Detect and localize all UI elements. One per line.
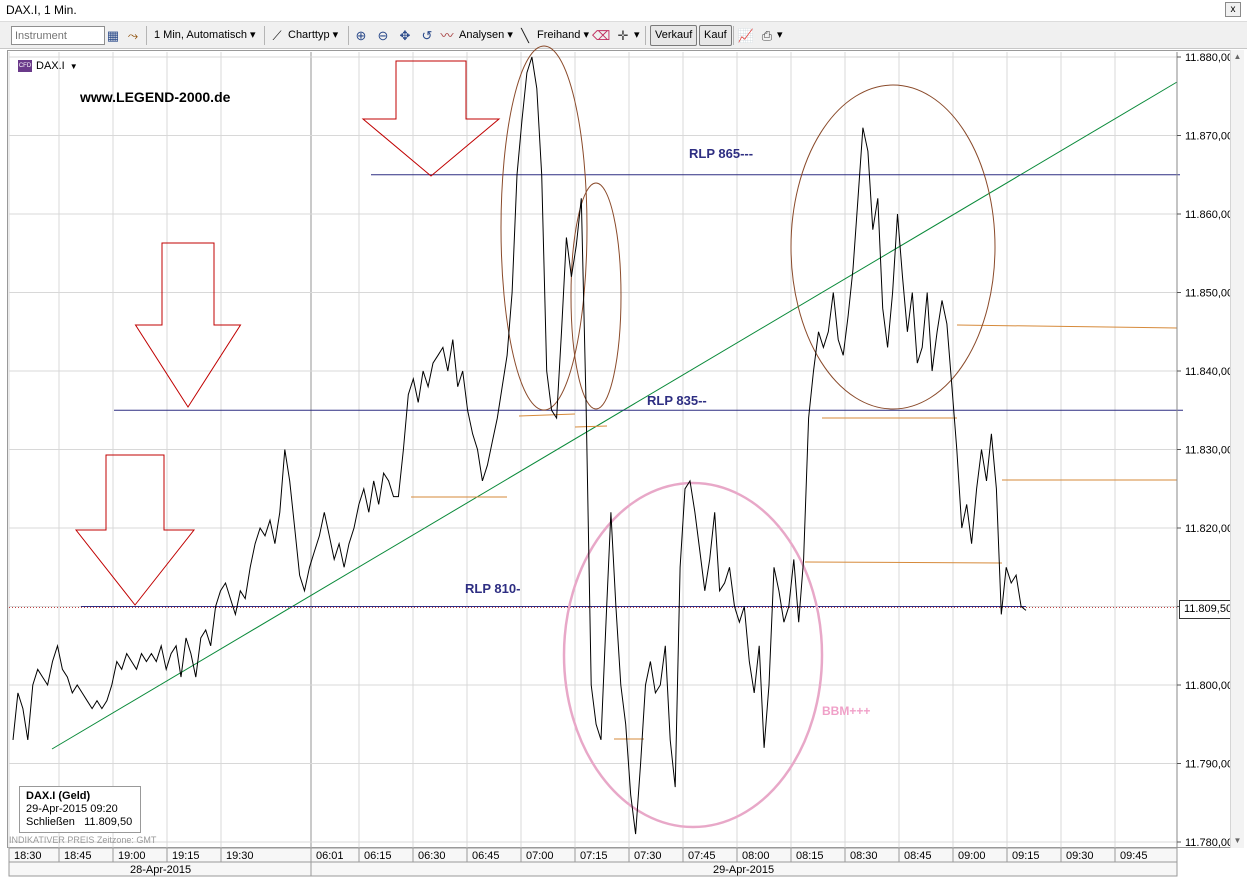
down-arrow-icon bbox=[74, 454, 196, 606]
level-label: RLP 865--- bbox=[689, 146, 753, 161]
x-tick-label: 08:00 bbox=[742, 850, 770, 862]
level-label: RLP 810- bbox=[465, 581, 520, 596]
x-tick-label: 09:45 bbox=[1120, 850, 1148, 862]
highlight-ellipse bbox=[562, 481, 824, 829]
legend-title: DAX.I (Geld) bbox=[26, 790, 91, 802]
y-tick-label: 11.780,00 bbox=[1185, 837, 1233, 849]
legend-close-value: 11.809,50 bbox=[84, 816, 133, 828]
legend-close-label: Schließen bbox=[26, 816, 75, 828]
down-arrow-icon bbox=[361, 60, 501, 177]
y-tick-label: 11.790,00 bbox=[1185, 759, 1233, 771]
cfd-icon: CFD bbox=[18, 60, 32, 73]
date-label: 28-Apr-2015 bbox=[130, 864, 191, 876]
y-tick-label: 11.880,00 bbox=[1185, 52, 1233, 64]
legend-date: 29-Apr-2015 09:20 bbox=[26, 803, 118, 815]
x-tick-label: 06:45 bbox=[472, 850, 500, 862]
x-tick-label: 07:30 bbox=[634, 850, 662, 862]
y-tick-label: 11.830,00 bbox=[1185, 445, 1233, 457]
vertical-scrollbar[interactable]: ▲ ▼ bbox=[1230, 50, 1244, 848]
y-tick-label: 11.860,00 bbox=[1185, 209, 1233, 221]
x-tick-label: 06:30 bbox=[418, 850, 446, 862]
price-legend-box: DAX.I (Geld) 29-Apr-2015 09:20 Schließen… bbox=[19, 786, 141, 833]
legend-close-row: Schließen 11.809,50 bbox=[26, 816, 134, 829]
axes: 11.880,00 11.870,00 11.860,00 11.850,00 11.8… bbox=[8, 52, 1233, 877]
x-tick-label: 18:30 bbox=[14, 850, 42, 862]
highlight-ellipse bbox=[570, 182, 622, 410]
x-tick-label: 19:15 bbox=[172, 850, 200, 862]
price-chart: RLP 865--- RLP 835-- RLP 810- BBM+++ 11.880… bbox=[8, 45, 1233, 877]
y-tick-label: 11.800,00 bbox=[1185, 680, 1233, 692]
down-arrow-icon bbox=[134, 242, 242, 408]
x-tick-label: 07:00 bbox=[526, 850, 554, 862]
x-tick-label: 07:15 bbox=[580, 850, 608, 862]
x-tick-label: 06:15 bbox=[364, 850, 392, 862]
x-tick-label: 09:00 bbox=[958, 850, 986, 862]
y-tick-label: 11.840,00 bbox=[1185, 366, 1233, 378]
date-label: 29-Apr-2015 bbox=[713, 864, 774, 876]
level-label: RLP 835-- bbox=[647, 393, 707, 408]
scroll-up-icon[interactable]: ▲ bbox=[1231, 50, 1244, 64]
instrument-dropdown-icon[interactable]: ▼ bbox=[70, 62, 78, 71]
x-tick-label: 09:15 bbox=[1012, 850, 1040, 862]
current-price-tag: 11.809,50 bbox=[1179, 600, 1237, 619]
x-tick-label: 08:45 bbox=[904, 850, 932, 862]
x-tick-label: 07:45 bbox=[688, 850, 716, 862]
y-tick-label: 11.820,00 bbox=[1185, 523, 1233, 535]
highlight-ellipse bbox=[500, 45, 588, 411]
grid bbox=[8, 52, 1177, 848]
support-line bbox=[956, 324, 1178, 329]
support-line bbox=[574, 425, 608, 428]
scroll-down-icon[interactable]: ▼ bbox=[1231, 834, 1244, 848]
price-line bbox=[12, 56, 1027, 835]
price-series bbox=[12, 56, 1027, 835]
y-tick-label: 11.850,00 bbox=[1185, 288, 1233, 300]
support-line bbox=[804, 561, 1003, 564]
bbm-annotation: BBM+++ bbox=[822, 704, 870, 718]
x-tick-label: 06:01 bbox=[316, 850, 344, 862]
y-tick-label: 11.870,00 bbox=[1185, 131, 1233, 143]
instrument-tag[interactable]: CFD DAX.I ▼ bbox=[18, 60, 78, 73]
x-tick-label: 19:30 bbox=[226, 850, 254, 862]
website-watermark: www.LEGEND-2000.de bbox=[80, 89, 231, 105]
support-line bbox=[518, 413, 576, 417]
x-tick-label: 18:45 bbox=[64, 850, 92, 862]
indicative-price-note: INDIKATIVER PREIS Zeitzone: GMT bbox=[9, 835, 157, 845]
instrument-name: DAX.I bbox=[36, 60, 65, 72]
x-tick-label: 09:30 bbox=[1066, 850, 1094, 862]
x-tick-label: 08:15 bbox=[796, 850, 824, 862]
x-tick-label: 19:00 bbox=[118, 850, 146, 862]
x-tick-label: 08:30 bbox=[850, 850, 878, 862]
highlight-ellipse bbox=[790, 84, 996, 410]
